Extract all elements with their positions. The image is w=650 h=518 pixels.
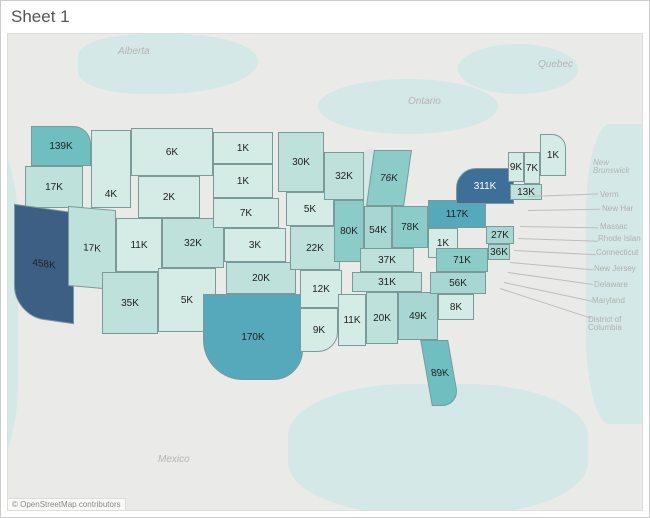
state-OR[interactable]: 17K xyxy=(25,166,83,208)
state-WA[interactable]: 139K xyxy=(31,126,91,166)
state-WI[interactable]: 32K xyxy=(324,152,364,200)
state-MN[interactable]: 30K xyxy=(278,132,324,192)
side-label-nh: New Har xyxy=(602,204,633,213)
state-VA[interactable]: 71K xyxy=(436,248,488,272)
state-MA[interactable]: 13K xyxy=(510,184,542,200)
state-AR[interactable]: 12K xyxy=(300,270,342,308)
state-TX[interactable]: 170K xyxy=(203,294,303,380)
state-MI[interactable]: 76K xyxy=(366,150,412,206)
state-NY[interactable]: 311K xyxy=(456,168,514,204)
state-MO[interactable]: 22K xyxy=(290,226,340,270)
side-label-nj: New Jersey xyxy=(594,264,636,273)
state-VT[interactable]: 9K xyxy=(508,152,524,182)
side-label-ct: Connecticut xyxy=(596,248,638,257)
side-label-md: Maryland xyxy=(592,296,625,305)
state-SC[interactable]: 8K xyxy=(438,294,474,320)
bg-water-atlantic xyxy=(586,124,643,424)
state-MS[interactable]: 11K xyxy=(338,294,366,346)
side-label-ri: Rhode Islan xyxy=(598,234,641,243)
side-label-de: Delaware xyxy=(594,280,628,289)
state-ND[interactable]: 1K xyxy=(213,132,273,164)
state-UT[interactable]: 11K xyxy=(116,218,162,272)
state-KS[interactable]: 3K xyxy=(224,228,286,262)
side-label-ma: Massac xyxy=(600,222,628,231)
state-AL[interactable]: 20K xyxy=(366,292,398,344)
state-TN[interactable]: 31K xyxy=(352,272,422,292)
state-ID[interactable]: 4K xyxy=(91,130,131,208)
state-GA[interactable]: 49K xyxy=(398,292,438,340)
state-WY[interactable]: 2K xyxy=(138,176,200,218)
state-OK[interactable]: 20K xyxy=(226,262,296,294)
state-CA[interactable]: 458K xyxy=(14,204,74,324)
bg-water xyxy=(458,44,578,94)
state-IN[interactable]: 54K xyxy=(364,206,392,254)
state-NC[interactable]: 56K xyxy=(430,272,486,294)
sheet-title: Sheet 1 xyxy=(11,7,70,27)
bg-water xyxy=(318,79,498,134)
state-CT[interactable]: 27K xyxy=(486,226,514,244)
state-AZ[interactable]: 35K xyxy=(102,272,158,334)
state-OH[interactable]: 78K xyxy=(392,206,428,248)
state-NH[interactable]: 7K xyxy=(524,152,540,184)
state-MT[interactable]: 6K xyxy=(131,128,213,176)
map-attribution: © OpenStreetMap contributors xyxy=(8,498,126,510)
state-KY[interactable]: 37K xyxy=(360,248,414,272)
side-label-dc: District ofColumbia xyxy=(588,316,622,332)
worksheet-container: Sheet 1 Alberta Ontario Quebec Mexico Un… xyxy=(0,0,650,518)
state-ME[interactable]: 1K xyxy=(540,134,566,176)
side-label-vt: Verm xyxy=(600,190,619,199)
state-LA[interactable]: 9K xyxy=(300,308,338,352)
state-PA[interactable]: 117K xyxy=(428,200,486,228)
state-NE[interactable]: 7K xyxy=(213,198,279,228)
state-SD[interactable]: 1K xyxy=(213,164,273,198)
map-viz[interactable]: Alberta Ontario Quebec Mexico UnitedStat… xyxy=(7,33,643,511)
state-DE[interactable]: 36K xyxy=(488,244,510,260)
